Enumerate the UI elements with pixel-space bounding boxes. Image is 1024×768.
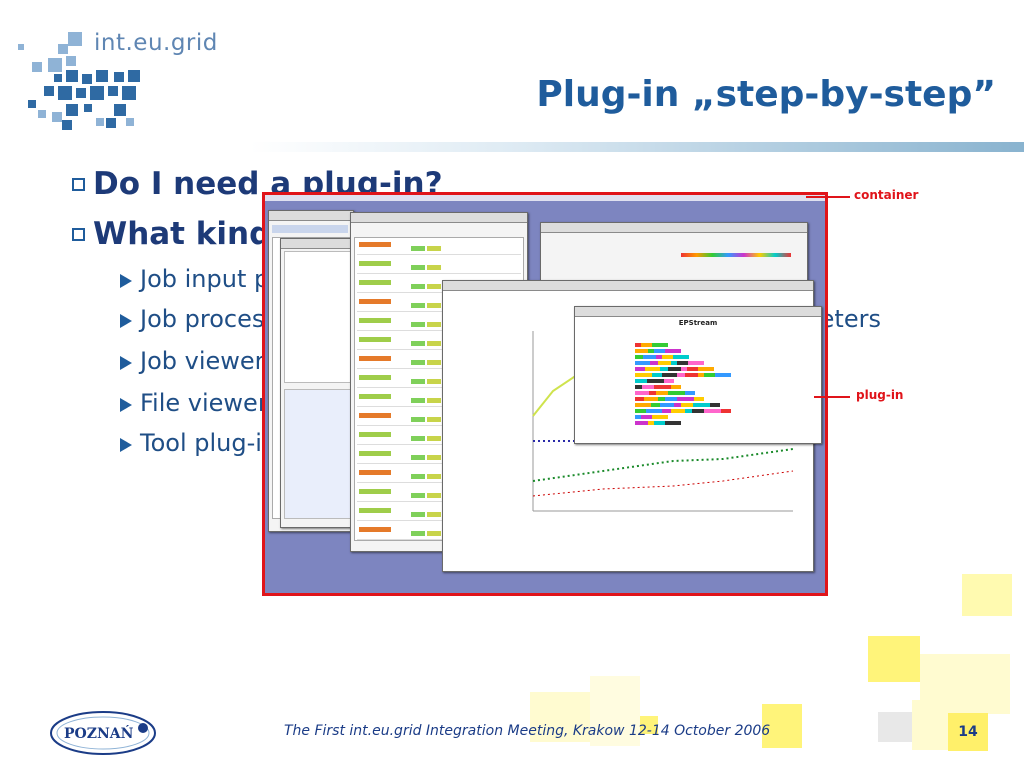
- deco-square: [878, 712, 914, 742]
- deco-square: [868, 636, 920, 682]
- checkbox-bullet-icon: [72, 227, 85, 241]
- footer-text: The First int.eu.grid Integration Meetin…: [284, 723, 771, 739]
- checkbox-bullet-icon: [72, 177, 85, 191]
- triangle-bullet-icon: [120, 356, 132, 370]
- slide-title: Plug-in „step-by-step”: [536, 74, 996, 115]
- container-callout-label: container: [854, 188, 919, 202]
- deco-square: [912, 700, 948, 750]
- logo-text: int.eu.grid: [94, 30, 218, 56]
- poznan-logo-text: POZNAŃ: [64, 726, 134, 742]
- application-screenshot: EPStream: [262, 192, 828, 596]
- container-callout-line: [806, 196, 850, 198]
- page-number: 14: [948, 713, 988, 751]
- triangle-bullet-icon: [120, 438, 132, 452]
- plugin-callout-line: [814, 396, 850, 398]
- plugin-callout-label: plug-in: [856, 388, 904, 402]
- title-divider: [250, 142, 1024, 152]
- container-frame: [262, 192, 828, 596]
- triangle-bullet-icon: [120, 314, 132, 328]
- triangle-bullet-icon: [120, 274, 132, 288]
- triangle-bullet-icon: [120, 398, 132, 412]
- deco-square: [962, 574, 1012, 616]
